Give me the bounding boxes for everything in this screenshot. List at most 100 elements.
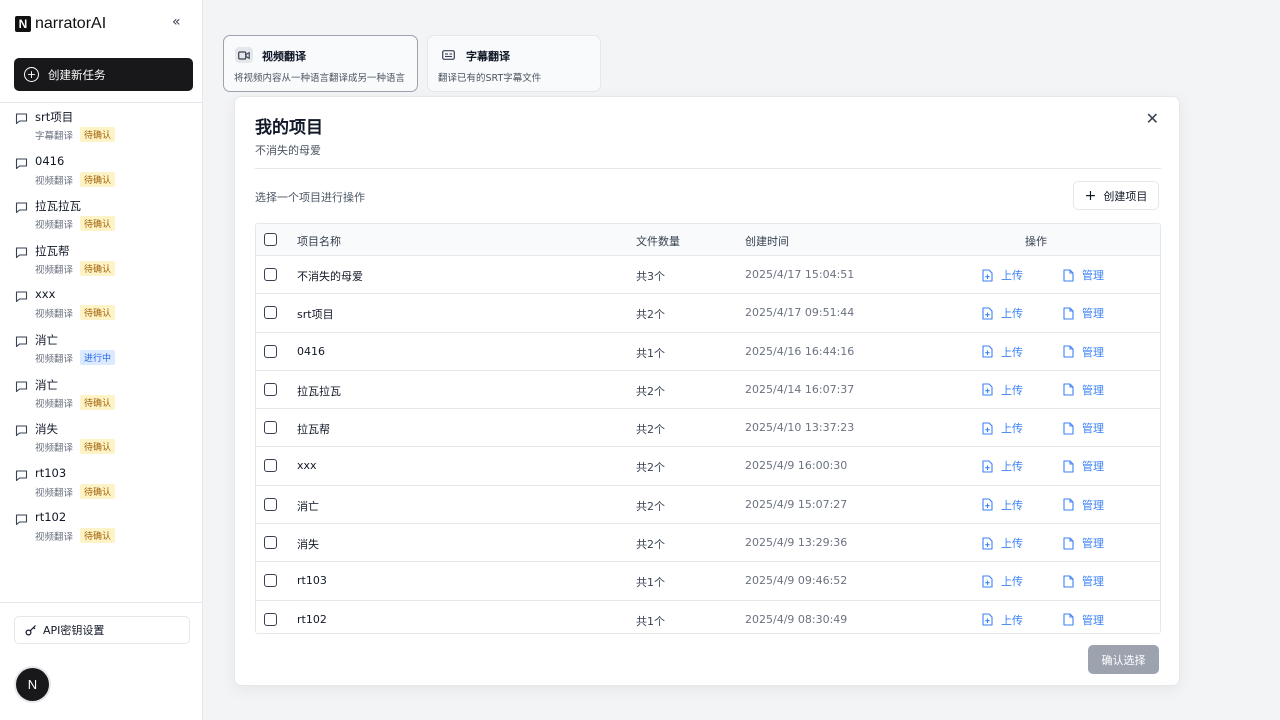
file-count: 共2个 (636, 423, 665, 437)
manage-button[interactable]: 管理 (1063, 267, 1104, 283)
create-project-button[interactable]: + 创建项目 (1073, 181, 1159, 210)
upload-button[interactable]: 上传 (982, 267, 1023, 283)
table-row[interactable]: xxx 共2个 2025/4/9 16:00:30 上传 管理 (256, 447, 1160, 486)
upload-button[interactable]: 上传 (982, 497, 1023, 513)
upload-button[interactable]: 上传 (982, 420, 1023, 436)
mode-description: 将视频内容从一种语言翻译成另一种语言 (234, 73, 406, 84)
upload-button[interactable]: 上传 (982, 535, 1023, 551)
api-key-settings-label: API密钥设置 (43, 624, 105, 637)
api-key-settings-button[interactable]: API密钥设置 (14, 616, 190, 644)
manage-button[interactable]: 管理 (1063, 535, 1104, 551)
create-new-task-button[interactable]: + 创建新任务 (14, 58, 193, 91)
sidebar-task-item[interactable]: rt102 视频翻译 待确认 (0, 505, 203, 550)
close-icon[interactable]: ✕ (1146, 109, 1159, 128)
manage-button[interactable]: 管理 (1063, 420, 1104, 436)
user-avatar[interactable]: N (16, 668, 49, 701)
row-checkbox[interactable] (264, 612, 277, 626)
table-row[interactable]: 拉瓦拉瓦 共2个 2025/4/14 16:07:37 上传 管理 (256, 370, 1160, 410)
sidebar-task-item[interactable]: 消失 视频翻译 待确认 (0, 416, 203, 461)
sidebar-task-item[interactable]: xxx 视频翻译 待确认 (0, 282, 203, 327)
row-checkbox[interactable] (264, 344, 277, 358)
task-list: srt项目 字幕翻译 待确认 0416 视频翻译 待确认 拉瓦拉瓦 视频翻译 待确认 拉瓦帮 视频翻… (0, 104, 203, 550)
file-icon (1063, 422, 1074, 435)
file-icon (1063, 537, 1074, 550)
upload-button[interactable]: 上传 (982, 344, 1023, 360)
task-type: 视频翻译 (35, 398, 74, 410)
collapse-sidebar-button[interactable]: « (172, 14, 181, 30)
upload-button[interactable]: 上传 (982, 382, 1023, 398)
message-icon (15, 113, 28, 125)
logo-icon: N (15, 16, 31, 32)
upload-label: 上传 (1001, 345, 1023, 359)
file-upload-icon (982, 422, 993, 435)
column-header-action: 操作 (1025, 235, 1047, 248)
created-time: 2025/4/10 13:37:23 (745, 421, 855, 435)
brand[interactable]: N narratorAI (15, 14, 106, 34)
manage-label: 管理 (1082, 537, 1104, 551)
sidebar-task-item[interactable]: 0416 视频翻译 待确认 (0, 149, 203, 194)
mode-card-video-translation[interactable]: 视频翻译 将视频内容从一种语言翻译成另一种语言 (223, 35, 418, 92)
table-row[interactable]: rt103 共1个 2025/4/9 09:46:52 上传 管理 (256, 562, 1160, 601)
row-checkbox[interactable] (264, 459, 277, 473)
project-name: xxx (297, 459, 317, 473)
upload-button[interactable]: 上传 (982, 305, 1023, 321)
table-row[interactable]: rt102 共1个 2025/4/9 08:30:49 上传 管理 (256, 600, 1160, 633)
table-header: 项目名称 文件数量 创建时间 操作 (256, 224, 1160, 256)
table-row[interactable]: 消失 共2个 2025/4/9 13:29:36 上传 管理 (256, 524, 1160, 563)
task-type: 视频翻译 (35, 264, 74, 276)
table-row[interactable]: 0416 共1个 2025/4/16 16:44:16 上传 管理 (256, 332, 1160, 371)
file-icon (1063, 383, 1074, 396)
upload-button[interactable]: 上传 (982, 458, 1023, 474)
confirm-selection-button[interactable]: 确认选择 (1088, 645, 1159, 674)
task-title: rt102 (35, 510, 67, 525)
manage-button[interactable]: 管理 (1063, 305, 1104, 321)
manage-button[interactable]: 管理 (1063, 497, 1104, 513)
file-icon (1063, 613, 1074, 626)
task-type: 视频翻译 (35, 487, 74, 499)
project-name: rt103 (297, 574, 327, 588)
mode-card-subtitle-translation[interactable]: 字幕翻译 翻译已有的SRT字幕文件 (427, 35, 601, 92)
row-checkbox[interactable] (264, 306, 277, 320)
table-row[interactable]: srt项目 共2个 2025/4/17 09:51:44 上传 管理 (256, 294, 1160, 333)
task-title: 消失 (35, 422, 58, 437)
sidebar-task-item[interactable]: srt项目 字幕翻译 待确认 (0, 104, 203, 149)
file-upload-icon (982, 498, 993, 511)
task-title: 消亡 (35, 332, 58, 347)
sidebar-task-item[interactable]: 拉瓦帮 视频翻译 待确认 (0, 238, 203, 283)
sidebar-task-item[interactable]: 拉瓦拉瓦 视频翻译 待确认 (0, 193, 203, 238)
project-name: 消失 (297, 538, 319, 552)
manage-button[interactable]: 管理 (1063, 612, 1104, 628)
sidebar-task-item[interactable]: 消亡 视频翻译 进行中 (0, 327, 203, 372)
manage-button[interactable]: 管理 (1063, 344, 1104, 360)
row-checkbox[interactable] (264, 497, 277, 511)
sidebar-divider (0, 102, 203, 103)
row-checkbox[interactable] (264, 268, 277, 281)
task-title: rt103 (35, 465, 67, 480)
manage-button[interactable]: 管理 (1063, 382, 1104, 398)
row-checkbox[interactable] (264, 536, 277, 550)
message-icon (15, 381, 28, 392)
row-checkbox[interactable] (264, 421, 277, 435)
upload-button[interactable]: 上传 (982, 573, 1023, 589)
manage-button[interactable]: 管理 (1063, 573, 1104, 589)
file-count: 共3个 (636, 270, 665, 283)
file-icon (1063, 498, 1074, 511)
file-icon (1063, 460, 1074, 473)
table-row[interactable]: 不消失的母爱 共3个 2025/4/17 15:04:51 上传 管理 (256, 256, 1160, 295)
sidebar-task-item[interactable]: rt103 视频翻译 待确认 (0, 461, 203, 506)
upload-button[interactable]: 上传 (982, 612, 1023, 628)
project-name: 消亡 (297, 499, 319, 513)
modal-subtitle: 不消失的母爱 (255, 144, 321, 157)
table-row[interactable]: 消亡 共2个 2025/4/9 15:07:27 上传 管理 (256, 485, 1160, 525)
file-icon (1063, 345, 1074, 358)
row-checkbox[interactable] (264, 382, 277, 396)
project-name: rt102 (297, 612, 327, 626)
manage-button[interactable]: 管理 (1063, 458, 1104, 474)
message-icon (15, 291, 28, 303)
row-checkbox[interactable] (264, 574, 277, 588)
status-badge: 待确认 (80, 127, 116, 142)
manage-label: 管理 (1082, 498, 1104, 512)
select-all-checkbox[interactable] (264, 233, 277, 246)
sidebar-task-item[interactable]: 消亡 视频翻译 待确认 (0, 372, 203, 417)
table-row[interactable]: 拉瓦帮 共2个 2025/4/10 13:37:23 上传 管理 (256, 409, 1160, 448)
